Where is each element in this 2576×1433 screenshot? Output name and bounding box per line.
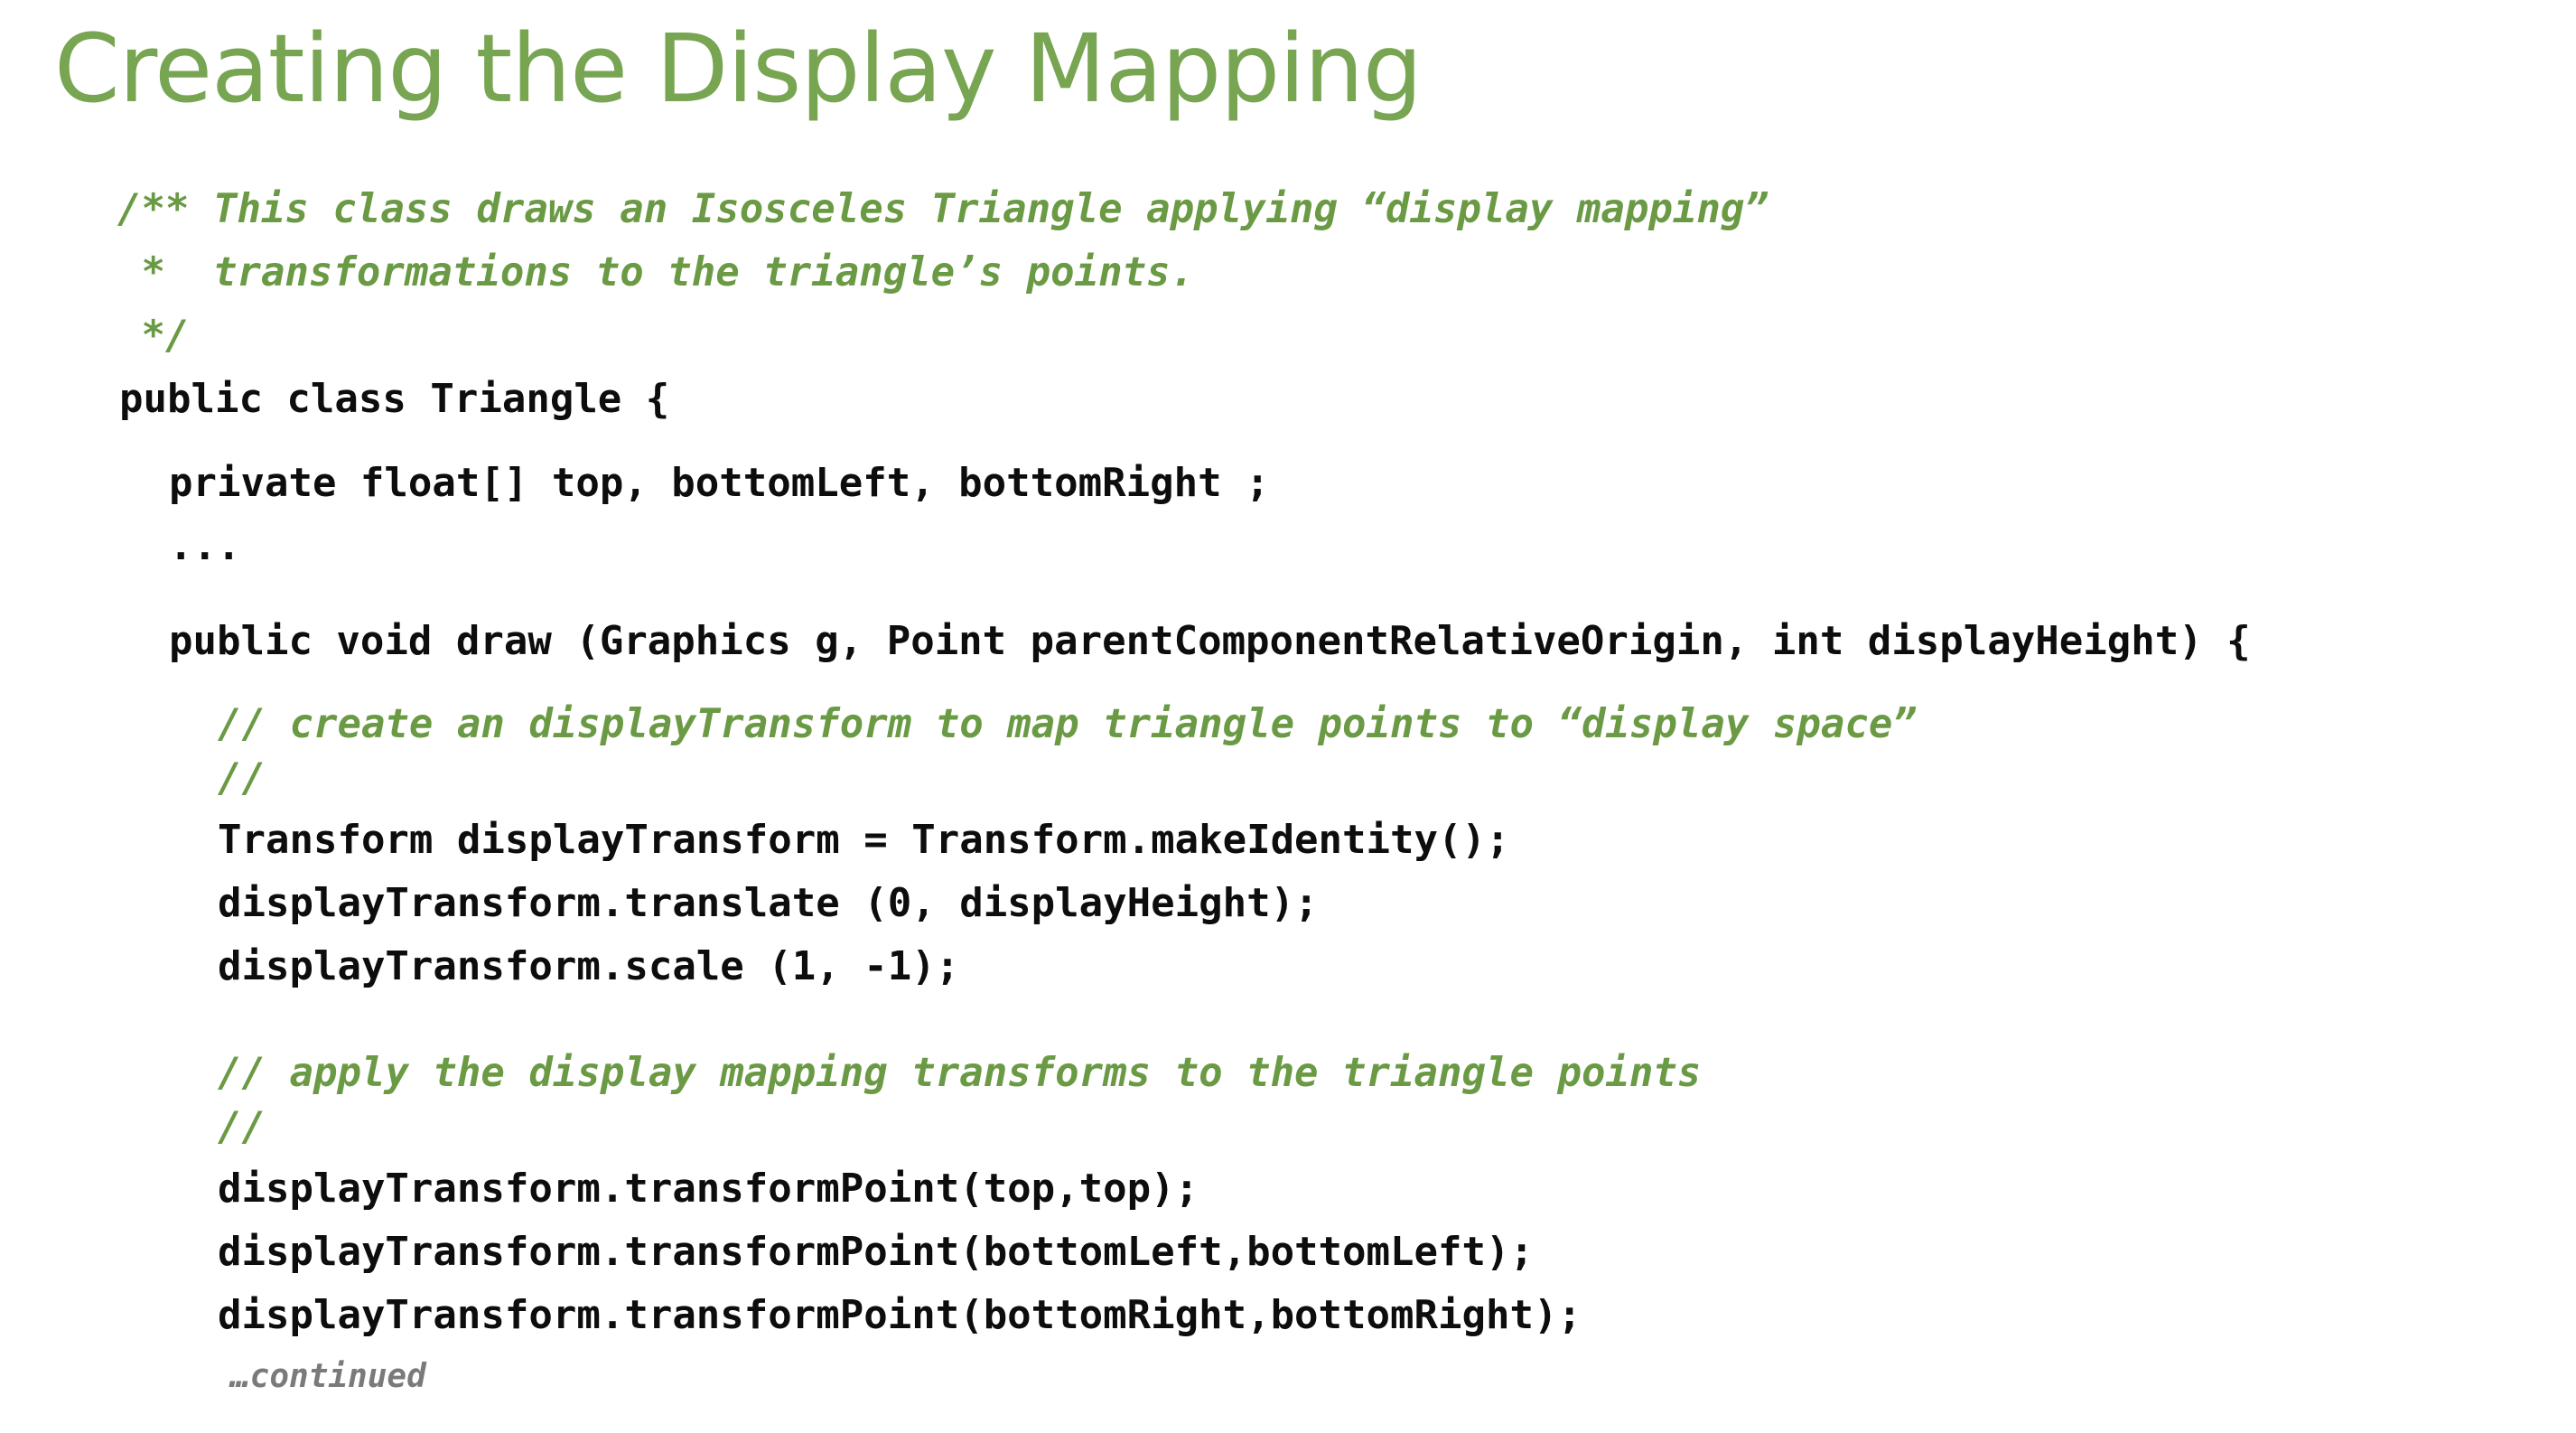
comment-empty-line-2: // [218, 1104, 266, 1150]
comment-apply-transforms-line: // apply the display mapping transforms … [218, 1050, 1702, 1096]
doc-comment-line-2: * transformations to the triangle’s poin… [117, 249, 1195, 295]
doc-comment-line-1: /** This class draws an Isosceles Triang… [117, 186, 1769, 232]
translate-line: displayTransform.translate (0, displayHe… [218, 880, 1319, 926]
continued-note: …continued [230, 1358, 426, 1395]
transform-top-line: displayTransform.transformPoint(top,top)… [218, 1166, 1199, 1212]
doc-comment-line-3: */ [117, 313, 190, 359]
ellipsis-line: ... [169, 523, 241, 569]
field-declaration-line: private float[] top, bottomLeft, bottomR… [169, 460, 1270, 506]
transform-bottom-left-line: displayTransform.transformPoint(bottomLe… [218, 1229, 1534, 1275]
method-signature-line: public void draw (Graphics g, Point pare… [169, 618, 2251, 664]
make-identity-line: Transform displayTransform = Transform.m… [218, 817, 1510, 863]
class-declaration-line: public class Triangle { [119, 376, 670, 422]
slide: Creating the Display Mapping /** This cl… [0, 0, 2576, 1433]
comment-empty-line-1: // [218, 755, 266, 801]
transform-bottom-right-line: displayTransform.transformPoint(bottomRi… [218, 1292, 1582, 1338]
scale-line: displayTransform.scale (1, -1); [218, 943, 960, 989]
code-listing: /** This class draws an Isosceles Triang… [0, 0, 2576, 1433]
comment-create-transform-line: // create an displayTransform to map tri… [218, 701, 1917, 747]
